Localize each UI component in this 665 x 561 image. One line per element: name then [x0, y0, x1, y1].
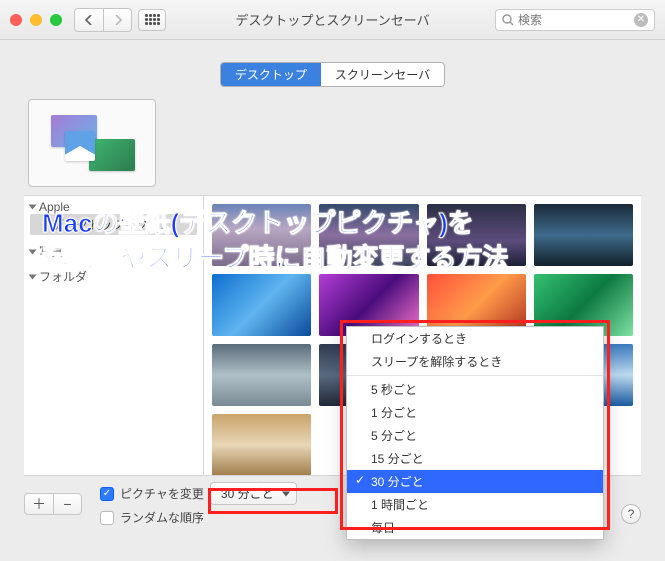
wallpaper-thumb[interactable] — [427, 204, 526, 266]
desktop-preview — [28, 99, 156, 187]
change-interval-dropdown[interactable]: 30 分ごと — [210, 482, 297, 505]
grid-icon — [145, 14, 160, 25]
search-field[interactable]: ✕ — [495, 9, 655, 31]
remove-folder-button[interactable]: − — [53, 494, 81, 514]
change-picture-label: ピクチャを変更 — [120, 485, 204, 502]
disclosure-triangle-icon — [29, 249, 37, 254]
random-order-checkbox[interactable] — [100, 511, 114, 525]
wallpaper-thumb[interactable] — [212, 414, 311, 475]
prefs-window: デスクトップとスクリーンセーバ ✕ デスクトップ スクリーンセーバ — [0, 0, 665, 561]
wallpaper-thumb[interactable] — [212, 274, 311, 336]
add-folder-button[interactable]: ＋ — [25, 494, 53, 514]
disclosure-triangle-icon — [29, 205, 37, 210]
menu-item-5m[interactable]: 5 分ごと — [347, 424, 603, 447]
sidebar-group-folders[interactable]: フォルダ — [30, 268, 197, 285]
segmented-control: デスクトップ スクリーンセーバ — [220, 62, 445, 87]
tab-bar: デスクトップ スクリーンセーバ — [24, 62, 641, 87]
clear-search-icon[interactable]: ✕ — [634, 13, 648, 27]
close-icon[interactable] — [10, 14, 22, 26]
search-input[interactable] — [518, 13, 634, 27]
preview-row — [24, 99, 641, 187]
show-all-button[interactable] — [138, 9, 166, 31]
interval-menu[interactable]: ログインするとき スリープを解除するとき 5 秒ごと 1 分ごと 5 分ごと 1… — [346, 326, 604, 540]
wallpaper-thumb[interactable] — [212, 204, 311, 266]
menu-separator — [347, 375, 603, 376]
add-remove-control: ＋ − — [24, 493, 82, 515]
menu-item-daily[interactable]: 毎日 — [347, 516, 603, 539]
zoom-icon[interactable] — [50, 14, 62, 26]
menu-item-1h[interactable]: 1 時間ごと — [347, 493, 603, 516]
nav-buttons — [74, 8, 132, 32]
menu-item-5s[interactable]: 5 秒ごと — [347, 378, 603, 401]
menu-item-login[interactable]: ログインするとき — [347, 327, 603, 350]
sidebar-group-apple[interactable]: Apple — [30, 200, 197, 214]
tab-desktop[interactable]: デスクトップ — [221, 63, 321, 86]
source-sidebar[interactable]: Apple デスクトップピクチ… 写真 フォルダ — [24, 196, 204, 475]
wallpaper-thumb[interactable] — [212, 344, 311, 406]
change-picture-checkbox[interactable]: ✓ — [100, 487, 114, 501]
cycle-arrows-icon — [65, 131, 95, 161]
wallpaper-thumb[interactable] — [534, 204, 633, 266]
help-button[interactable]: ? — [621, 504, 641, 524]
disclosure-triangle-icon — [29, 274, 37, 279]
tab-screensaver[interactable]: スクリーンセーバ — [321, 63, 444, 86]
search-icon — [502, 14, 514, 26]
minimize-icon[interactable] — [30, 14, 42, 26]
menu-item-15m[interactable]: 15 分ごと — [347, 447, 603, 470]
random-order-label: ランダムな順序 — [120, 509, 204, 526]
sidebar-item-desktop-pictures[interactable]: デスクトップピクチ… — [30, 214, 197, 235]
titlebar: デスクトップとスクリーンセーバ ✕ — [0, 0, 665, 40]
preview-thumb-b — [89, 139, 135, 171]
back-button[interactable] — [75, 9, 103, 31]
menu-item-30m[interactable]: 30 分ごと — [347, 470, 603, 493]
sidebar-group-photos[interactable]: 写真 — [30, 243, 197, 260]
traffic-lights — [10, 14, 62, 26]
menu-item-wake[interactable]: スリープを解除するとき — [347, 350, 603, 373]
forward-button[interactable] — [103, 9, 131, 31]
menu-item-1m[interactable]: 1 分ごと — [347, 401, 603, 424]
wallpaper-thumb[interactable] — [319, 204, 418, 266]
